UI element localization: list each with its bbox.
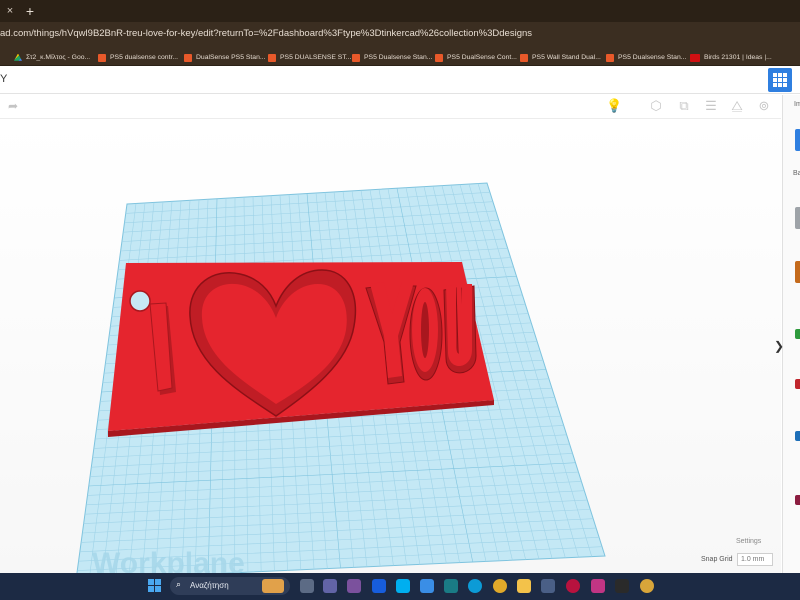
bookmark-item[interactable]: Στ2_κ.Μίλτος - Goo...: [14, 51, 90, 64]
design-title[interactable]: Y: [0, 73, 7, 85]
bitwarden-icon[interactable]: [372, 579, 386, 593]
url-text[interactable]: ad.com/things/hVqwl9B2BnR-treu-love-for-…: [0, 28, 532, 39]
align-icon[interactable]: ☰: [703, 98, 719, 114]
bookmark-item[interactable]: PS5 DUALSENSE ST...: [268, 51, 351, 64]
bookmark-label: Στ2_κ.Μίλτος - Goo...: [26, 54, 91, 61]
file-explorer-icon[interactable]: [517, 579, 531, 593]
task-view-icon[interactable]: [300, 579, 314, 593]
skype-icon[interactable]: [396, 579, 410, 593]
taskbar: ⌕ Αναζήτηση: [0, 573, 800, 600]
light-bulb-icon[interactable]: 💡: [606, 98, 622, 114]
new-tab-button[interactable]: +: [22, 2, 38, 20]
bookmark-label: PS5 Wall Stand Dual...: [532, 54, 601, 61]
grid-dot: [783, 83, 787, 87]
workplane-viewport[interactable]: Workplane: [0, 120, 781, 573]
bookmark-item[interactable]: PS5 Wall Stand Dual...: [520, 51, 601, 64]
bookmark-item[interactable]: PS5 Dualsense Stan...: [606, 51, 686, 64]
store-icon[interactable]: [541, 579, 555, 593]
photos-icon[interactable]: [420, 579, 434, 593]
bookmark-item[interactable]: Birds 21301 | Ideas |...: [690, 51, 772, 64]
edge-icon[interactable]: [468, 579, 482, 593]
site-icon: [268, 53, 276, 62]
grid-dot: [773, 73, 777, 77]
bookmark-label: PS5 DUALSENSE ST...: [280, 54, 352, 61]
chrome-profile-icon[interactable]: [640, 579, 654, 593]
bookmark-label: PS5 Dualsense Stan...: [618, 54, 687, 61]
start-tile: [155, 586, 161, 592]
site-icon: [435, 53, 443, 62]
shape-icon[interactable]: ⬡: [648, 98, 664, 114]
bookmark-label: DualSense PS5 Stan...: [196, 54, 266, 61]
key-hole: [129, 290, 151, 312]
import-label[interactable]: Im: [794, 101, 800, 108]
browser-tab-strip: × +: [0, 0, 800, 22]
cone-shape-icon[interactable]: [795, 329, 800, 339]
close-tab-icon[interactable]: ×: [2, 3, 18, 19]
start-tile: [155, 579, 161, 585]
site-icon: [606, 53, 614, 62]
lego-icon: [690, 53, 700, 62]
site-icon: [520, 53, 528, 62]
viber-icon[interactable]: [347, 579, 361, 593]
site-icon: [184, 53, 192, 62]
address-bar[interactable]: ad.com/things/hVqwl9B2BnR-treu-love-for-…: [0, 22, 800, 48]
tinkercad-header: Y: [0, 66, 800, 94]
search-highlight-icon: [262, 579, 284, 593]
search-icon: ⌕: [176, 579, 182, 589]
blueprint-icon[interactable]: [795, 129, 800, 151]
settings-button[interactable]: Settings: [736, 538, 761, 545]
opera-icon[interactable]: [566, 579, 580, 593]
bookmark-label: PS5 DualSense Cont...: [447, 54, 517, 61]
start-tile: [148, 586, 154, 592]
windows-start-icon[interactable]: [148, 579, 162, 593]
bookmark-item[interactable]: PS5 Dualsense Stan...: [352, 51, 432, 64]
bookmark-item[interactable]: PS5 dualsense contr...: [98, 51, 178, 64]
clipchamp-icon[interactable]: [444, 579, 458, 593]
bookmarks-bar: Στ2_κ.Μίλτος - Goo... PS5 dualsense cont…: [0, 48, 800, 66]
group-icon[interactable]: ⧉: [676, 98, 692, 114]
grid-dot: [773, 83, 777, 87]
meet-icon[interactable]: [323, 579, 337, 593]
instagram-icon[interactable]: [591, 579, 605, 593]
chevron-right-icon[interactable]: ❯: [774, 339, 784, 353]
box-shape-icon[interactable]: [795, 207, 800, 229]
search-placeholder: Αναζήτηση: [190, 581, 229, 590]
snap-grid-select[interactable]: 1.0 mm: [737, 553, 773, 566]
grid-dot: [783, 78, 787, 82]
grid-view-button[interactable]: [768, 68, 792, 92]
redo-icon[interactable]: ➦: [8, 99, 18, 113]
grid-dot: [773, 78, 777, 82]
grid-dot: [778, 73, 782, 77]
drive-icon: [14, 53, 22, 61]
workplane-label: Workplane: [92, 547, 245, 573]
site-icon: [352, 53, 360, 62]
cylinder-shape-icon[interactable]: [795, 261, 800, 283]
torus-shape-icon[interactable]: [795, 495, 800, 505]
heart-shape-icon[interactable]: [795, 379, 800, 389]
basic-shapes-label[interactable]: Ba: [793, 170, 800, 177]
site-icon: [98, 53, 106, 62]
bookmark-item[interactable]: PS5 DualSense Cont...: [435, 51, 517, 64]
bookmark-item[interactable]: DualSense PS5 Stan...: [184, 51, 266, 64]
epic-games-icon[interactable]: [615, 579, 629, 593]
chrome-icon[interactable]: [493, 579, 507, 593]
bookmark-label: PS5 dualsense contr...: [110, 54, 179, 61]
bookmark-label: PS5 Dualsense Stan...: [364, 54, 433, 61]
text-shape-icon[interactable]: [795, 431, 800, 441]
shapes-panel: Im Ba: [782, 95, 800, 573]
cruise-icon[interactable]: ⊚: [756, 98, 772, 114]
grid-dot: [778, 78, 782, 82]
bookmark-label: Birds 21301 | Ideas |...: [704, 54, 772, 61]
edit-toolbar: ➦ 💡 ⬡ ⧉ ☰ ⧋ ⊚: [0, 95, 781, 119]
taskbar-search[interactable]: ⌕ Αναζήτηση: [170, 577, 290, 595]
grid-dot: [783, 73, 787, 77]
snap-grid-label: Snap Grid: [701, 556, 733, 563]
mirror-icon[interactable]: ⧋: [729, 98, 745, 114]
grid-dot: [778, 83, 782, 87]
start-tile: [148, 579, 154, 585]
